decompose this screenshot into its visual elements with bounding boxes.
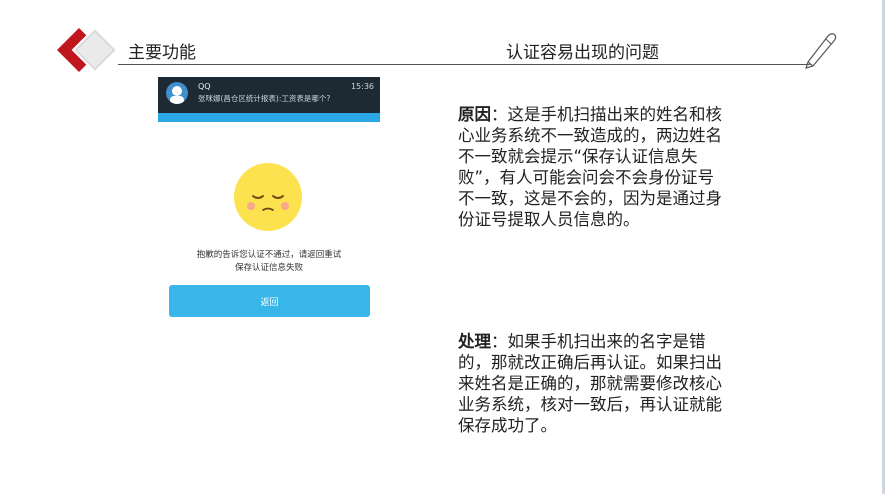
handling-label: 处理 [458,332,491,351]
sad-face-icon [234,163,302,231]
handling-text: ：如果手机扫出来的名字是错的，那就改正确后再认证。如果扫出来姓名是正确的，那就需… [458,332,722,435]
notification-message: 张咪娜(昌仓区统计报表):工资表是哪个? [198,94,331,103]
header-divider [118,64,810,65]
section-title: 主要功能 [128,43,196,63]
reason-text: ：这是手机扫描出来的姓名和核心业务系统不一致造成的，两边姓名不一致就会提示“保存… [458,105,722,229]
pen-icon [805,33,837,69]
reason-label: 原因 [458,105,491,124]
phone-screenshot: QQ 15:36 张咪娜(昌仓区统计报表):工资表是哪个? 抱歉的告诉您认证不通… [158,77,380,327]
handling-paragraph: 处理：如果手机扫出来的名字是错的，那就改正确后再认证。如果扫出来姓名是正确的，那… [458,331,730,436]
error-message: 抱歉的告诉您认证不通过，请返回重试 保存认证信息失败 [158,249,380,275]
error-line-1: 抱歉的告诉您认证不通过，请返回重试 [196,250,342,260]
notification-app-name: QQ [198,82,211,91]
app-title-bar [158,113,380,122]
back-button[interactable]: 返回 [169,285,370,317]
reason-paragraph: 原因：这是手机扫描出来的姓名和核心业务系统不一致造成的，两边姓名不一致就会提示“… [458,104,730,230]
error-line-2: 保存认证信息失败 [234,263,303,273]
qq-avatar-icon [166,82,188,104]
slide-topic: 认证容易出现的问题 [506,43,659,63]
red-diamond-logo-icon [57,26,119,74]
notification-banner[interactable]: QQ 15:36 张咪娜(昌仓区统计报表):工资表是哪个? [158,77,380,117]
notification-time: 15:36 [350,82,374,91]
